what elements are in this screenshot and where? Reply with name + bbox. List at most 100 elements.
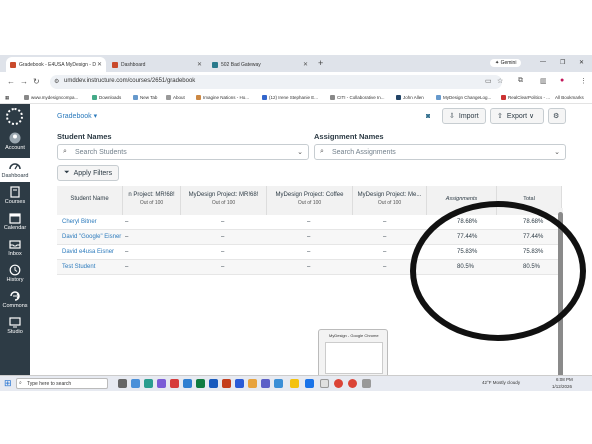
nav-dashboard[interactable]: Dashboard (0, 158, 30, 182)
app-icon[interactable] (248, 379, 257, 388)
app-icon[interactable] (305, 379, 314, 388)
column-header-student[interactable]: Student Name (57, 186, 123, 215)
forward-icon[interactable]: → (20, 77, 28, 86)
minimize-icon[interactable]: — (540, 59, 546, 65)
bookmark-item[interactable]: MyDesign ChangeLog... (436, 95, 491, 100)
column-header-assignment[interactable]: MyDesign Project: MR!68! Out of 100 (181, 186, 267, 215)
tab-gradebook[interactable]: Gradebook - E4USA MyDesign - D ✕ (6, 57, 106, 72)
search-assignments-input[interactable]: ⌕ Search Assignments ⌄ (314, 144, 566, 160)
tab-dashboard[interactable]: Dashboard ✕ (108, 57, 206, 72)
grade-cell[interactable]: – (125, 234, 128, 240)
grade-cell[interactable]: – (307, 249, 310, 255)
grade-cell[interactable]: – (125, 249, 128, 255)
grade-cell[interactable]: – (307, 264, 310, 270)
all-bookmarks[interactable]: All Bookmarks (555, 95, 584, 100)
nav-commons[interactable]: Commons (0, 290, 30, 312)
bookmark-item[interactable]: CITI - Collaborative In... (330, 95, 385, 100)
clock-time[interactable]: 6:08 PM (556, 377, 573, 382)
cast-icon[interactable]: ▭ (485, 77, 492, 85)
bookmark-item[interactable]: RealClearPolitics - ... (501, 95, 550, 100)
grade-cell[interactable]: – (221, 234, 224, 240)
student-name-link[interactable]: Cheryl Bitner (62, 219, 97, 225)
import-button[interactable]: ⇩ Import (442, 108, 486, 124)
back-icon[interactable]: ← (7, 77, 15, 86)
app-icon[interactable] (362, 379, 371, 388)
grade-cell[interactable]: – (383, 264, 386, 270)
task-view-icon[interactable] (118, 379, 127, 388)
export-button[interactable]: ⇧ Export ∨ (490, 108, 544, 124)
windows-start-icon[interactable]: ⊞ (4, 378, 12, 389)
canvas-logo-icon[interactable] (6, 108, 23, 125)
profile-avatar-icon[interactable]: ● (560, 77, 564, 84)
camera-icon[interactable]: ◙ (426, 113, 430, 120)
reload-icon[interactable]: ↻ (33, 77, 40, 86)
file-explorer-icon[interactable] (290, 379, 299, 388)
app-icon[interactable] (131, 379, 140, 388)
apply-filters-button[interactable]: ⏷ Apply Filters (57, 165, 120, 181)
taskbar-window-preview[interactable]: MyDesign - Google Chrome (318, 329, 388, 379)
app-icon[interactable] (183, 379, 192, 388)
app-icon[interactable] (157, 379, 166, 388)
teams-icon[interactable] (261, 379, 270, 388)
bookmark-item[interactable]: (12) Irene Stephanie E... (262, 95, 318, 100)
grade-cell[interactable]: – (221, 264, 224, 270)
column-header-assignment[interactable]: MyDesign Project: Me... Out of 100 (353, 186, 427, 215)
close-window-icon[interactable]: ✕ (579, 59, 584, 66)
url-field[interactable]: ⚙ umddev.instructure.com/courses/2651/gr… (50, 75, 502, 89)
maximize-icon[interactable]: ❐ (560, 59, 565, 66)
nav-account[interactable]: Account (0, 132, 30, 154)
student-name-link[interactable]: Test Student (62, 264, 95, 270)
weather-status[interactable]: 42°F Mostly cloudy (482, 380, 520, 385)
close-icon[interactable]: ✕ (97, 61, 102, 68)
menu-icon[interactable]: ⋮ (580, 77, 587, 85)
chrome-icon[interactable] (348, 379, 357, 388)
grade-cell[interactable]: – (383, 249, 386, 255)
student-name-link[interactable]: David e4usa Eisner (62, 249, 114, 255)
nav-studio[interactable]: Studio (0, 316, 30, 338)
search-students-input[interactable]: ⌕ Search Students ⌄ (57, 144, 309, 160)
column-header-assignment[interactable]: MyDesign Project: Coffee Out of 100 (267, 186, 353, 215)
column-header-assignment[interactable]: n Project: MR!68! Out of 100 (123, 186, 181, 215)
clock-date[interactable]: 1/12/2026 (552, 384, 572, 389)
grade-cell[interactable]: – (307, 234, 310, 240)
grade-cell[interactable]: – (125, 219, 128, 225)
taskbar-search-input[interactable]: ⌕ Type here to search (16, 378, 108, 389)
new-tab-button[interactable]: + (318, 58, 323, 68)
grade-cell[interactable]: – (221, 219, 224, 225)
close-icon[interactable]: ✕ (303, 61, 308, 68)
app-icon[interactable] (144, 379, 153, 388)
extensions-icon[interactable]: ⧉ (518, 77, 523, 85)
nav-courses[interactable]: Courses (0, 186, 30, 208)
bookmark-item[interactable]: Downloads (92, 95, 121, 100)
student-name-link[interactable]: David "Google" Eisner (62, 234, 121, 240)
nav-calendar[interactable]: Calendar (0, 212, 30, 234)
nav-inbox[interactable]: Inbox (0, 238, 30, 260)
tab-bad-gateway[interactable]: 502 Bad Gateway ✕ (208, 57, 312, 72)
grade-cell[interactable]: – (125, 264, 128, 270)
gemini-button[interactable]: ✦ Gemini (490, 59, 522, 67)
nav-history[interactable]: History (0, 264, 30, 286)
app-icon[interactable] (274, 379, 283, 388)
grade-cell[interactable]: – (383, 234, 386, 240)
powerpoint-icon[interactable] (222, 379, 231, 388)
app-icon[interactable] (235, 379, 244, 388)
grade-cell[interactable]: – (221, 249, 224, 255)
grade-cell[interactable]: – (307, 219, 310, 225)
settings-button[interactable]: ⚙ (548, 108, 566, 124)
apps-icon[interactable]: ▦ (5, 95, 9, 101)
app-icon[interactable] (320, 379, 329, 388)
bookmark-item[interactable]: www.mydesigncompa... (24, 95, 78, 100)
bookmark-star-icon[interactable]: ☆ (497, 77, 503, 85)
grade-cell[interactable]: – (383, 219, 386, 225)
site-info-icon[interactable]: ⚙ (54, 78, 59, 85)
app-icon[interactable] (170, 379, 179, 388)
excel-icon[interactable] (196, 379, 205, 388)
gradebook-menu[interactable]: Gradebook ▾ (57, 112, 97, 120)
sidepanel-icon[interactable]: ▥ (540, 77, 547, 85)
chevron-down-icon[interactable]: ⌄ (297, 148, 303, 156)
bookmark-item[interactable]: New Tab (133, 95, 157, 100)
word-icon[interactable] (209, 379, 218, 388)
chrome-icon[interactable] (334, 379, 343, 388)
bookmark-item[interactable]: Imagine Nations - Ho... (196, 95, 249, 100)
bookmark-item[interactable]: About (166, 95, 185, 100)
